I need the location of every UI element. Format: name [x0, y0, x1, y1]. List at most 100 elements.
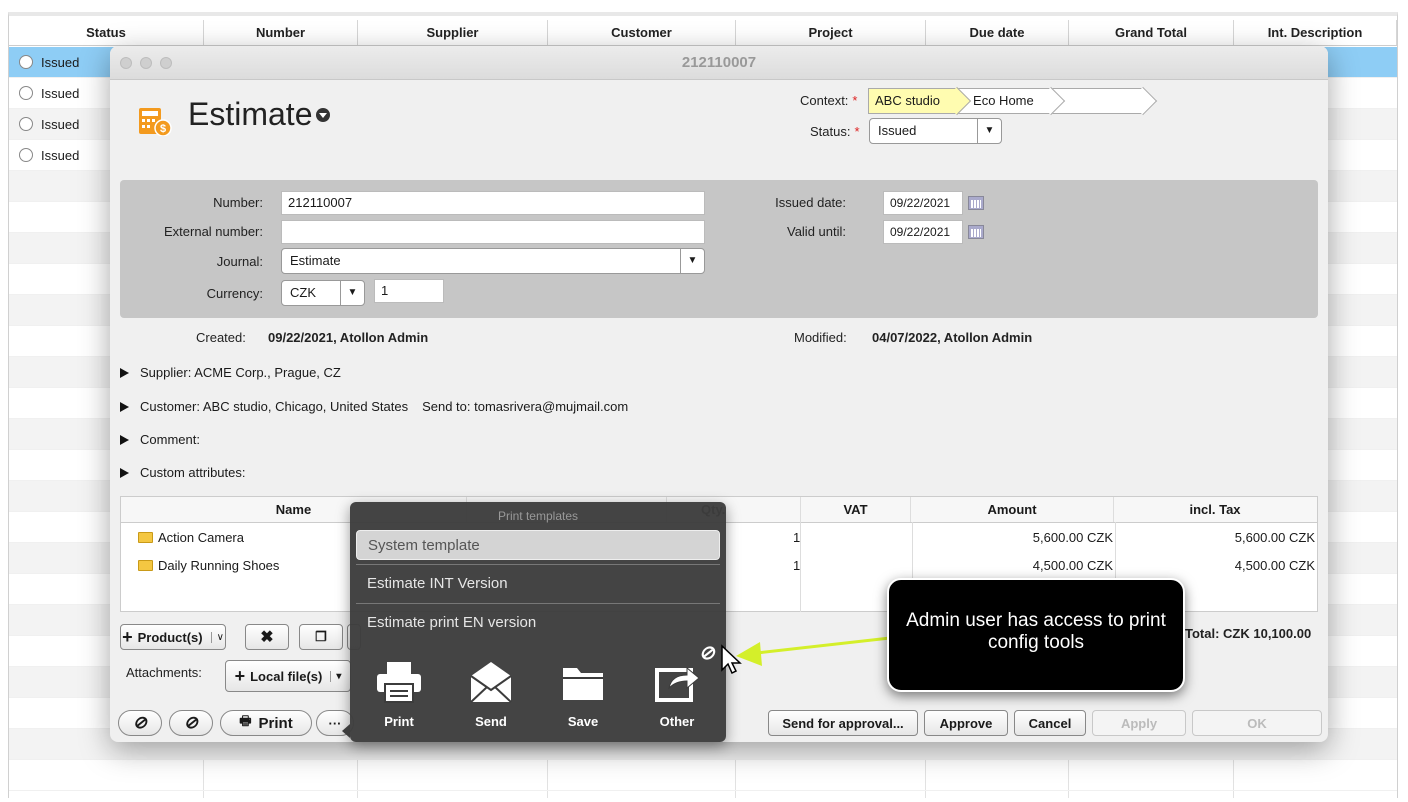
chevron-down-icon[interactable]: ▼ [680, 249, 704, 273]
list-header: Status Number Supplier Customer Project … [9, 20, 1397, 46]
delete-item-button[interactable]: ✖ [245, 624, 289, 650]
print-button[interactable]: 🖶 Print [220, 710, 312, 736]
cancel-button[interactable]: Cancel [1014, 710, 1086, 736]
col-number[interactable]: Number [204, 20, 358, 45]
col-status[interactable]: Status [9, 20, 204, 45]
disclosure-triangle-icon[interactable] [120, 367, 129, 378]
chevron-down-icon[interactable]: ▾ [330, 670, 341, 682]
template-int-version[interactable]: Estimate INT Version [356, 569, 720, 599]
disclosure-triangle-icon[interactable] [120, 401, 129, 412]
callout-arrow [721, 636, 891, 675]
currency-value: CZK [290, 285, 316, 300]
journal-value: Estimate [290, 253, 341, 268]
details-panel: Number: 212110007 External number: Journ… [120, 180, 1318, 318]
save-action-label: Save [567, 714, 599, 729]
divider [800, 522, 801, 612]
customer-section[interactable]: Customer: ABC studio, Chicago, United St… [120, 399, 628, 414]
config-tools-button-2[interactable]: ⊘ [169, 710, 213, 736]
context-label: Context: * [800, 93, 858, 108]
col-amount[interactable]: Amount [911, 497, 1114, 522]
radio-icon[interactable] [19, 55, 33, 69]
col-due-date[interactable]: Due date [926, 20, 1069, 45]
send-for-approval-button[interactable]: Send for approval... [768, 710, 918, 736]
supplier-text: Supplier: ACME Corp., Prague, CZ [140, 365, 341, 380]
popup-send-action[interactable]: Send [456, 660, 526, 729]
context-crumb-company[interactable]: ABC studio [868, 88, 959, 114]
comment-section[interactable]: Comment: [120, 432, 200, 447]
col-grand-total[interactable]: Grand Total [1069, 20, 1234, 45]
exchange-rate-field[interactable]: 1 [374, 279, 444, 303]
context-crumb-project[interactable]: Eco Home [958, 88, 1052, 114]
col-project[interactable]: Project [736, 20, 926, 45]
item-incl-tax: 5,600.00 CZK [1234, 529, 1315, 545]
customer-text: Customer: ABC studio, Chicago, United St… [140, 399, 409, 414]
item-name-cell: Action Camera [138, 530, 244, 545]
document-title[interactable]: Estimate [188, 96, 331, 133]
external-number-label: External number: [164, 224, 263, 239]
wrench-icon: ⊘ [132, 713, 148, 732]
radio-icon[interactable] [19, 148, 33, 162]
item-name: Daily Running Shoes [158, 557, 280, 573]
journal-select[interactable]: Estimate ▼ [281, 248, 705, 274]
chevron-down-icon[interactable] [316, 107, 331, 122]
context-crumb-empty[interactable] [1051, 88, 1144, 114]
local-file-label: Local file(s) [250, 668, 323, 684]
radio-icon[interactable] [19, 117, 33, 131]
valid-until-field[interactable]: 09/22/2021 [883, 220, 963, 244]
col-supplier[interactable]: Supplier [358, 20, 548, 45]
divider [356, 564, 720, 565]
print-label: Print [258, 714, 293, 732]
supplier-section[interactable]: Supplier: ACME Corp., Prague, CZ [120, 365, 341, 380]
popup-save-action[interactable]: Save [548, 660, 618, 729]
add-product-button[interactable]: + Product(s) ∨ [120, 624, 226, 650]
col-incl-tax[interactable]: incl. Tax [1114, 497, 1316, 522]
modified-value: 04/07/2022, Atollon Admin [872, 330, 1033, 345]
popup-other-action[interactable]: Other [642, 660, 712, 729]
comment-text: Comment: [140, 432, 200, 447]
template-system[interactable]: System template [356, 530, 720, 560]
row-status: Issued [41, 54, 80, 70]
radio-icon[interactable] [19, 86, 33, 100]
calendar-icon[interactable] [968, 196, 984, 210]
item-incl-tax: 4,500.00 CZK [1234, 557, 1315, 573]
currency-select[interactable]: CZK ▼ [281, 280, 365, 306]
config-tools-button[interactable]: ⊘ [118, 710, 162, 736]
calculator-icon: $ [139, 108, 172, 136]
send-action-label: Send [475, 714, 507, 729]
apply-button[interactable]: Apply [1092, 710, 1186, 736]
issued-date-field[interactable]: 09/22/2021 [883, 191, 963, 215]
plus-icon: + [122, 626, 133, 647]
print-templates-popup: Print templates System template Estimate… [342, 502, 726, 742]
chevron-down-icon[interactable]: ∨ [210, 631, 224, 643]
total-value: Total: CZK 10,100.00 [1185, 626, 1312, 641]
chevron-down-icon[interactable]: ▼ [340, 281, 364, 305]
folder-icon [138, 559, 153, 571]
external-number-field[interactable] [281, 220, 705, 244]
custom-attributes-section[interactable]: Custom attributes: [120, 465, 246, 480]
col-int-description[interactable]: Int. Description [1234, 20, 1397, 45]
row-status: Issued [41, 85, 80, 101]
add-local-file-button[interactable]: + Local file(s) ▾ [225, 660, 351, 692]
window-title: 212110007 [681, 54, 757, 71]
template-en-version[interactable]: Estimate print EN version [356, 608, 720, 638]
ok-button[interactable]: OK [1192, 710, 1322, 736]
chevron-down-icon[interactable]: ▼ [977, 119, 1001, 143]
number-field[interactable]: 212110007 [281, 191, 705, 215]
wrench-icon: ⊘ [183, 713, 199, 732]
disclosure-triangle-icon[interactable] [120, 434, 129, 445]
status-select[interactable]: Issued ▼ [869, 118, 1002, 144]
popup-print-action[interactable]: Print [364, 660, 434, 729]
approve-button[interactable]: Approve [924, 710, 1008, 736]
folder-icon [138, 531, 153, 543]
col-customer[interactable]: Customer [548, 20, 736, 45]
x-icon: ✖ [260, 629, 274, 646]
col-vat[interactable]: VAT [801, 497, 911, 522]
row-status: Issued [41, 116, 80, 132]
share-icon [655, 666, 700, 702]
calendar-icon[interactable] [968, 225, 984, 239]
title-bar[interactable]: 212110007 [110, 46, 1328, 80]
status-label: Status: * [810, 124, 860, 139]
duplicate-item-button[interactable]: ❐ [299, 624, 343, 650]
disclosure-triangle-icon[interactable] [120, 467, 129, 478]
plus-icon: + [234, 665, 246, 686]
